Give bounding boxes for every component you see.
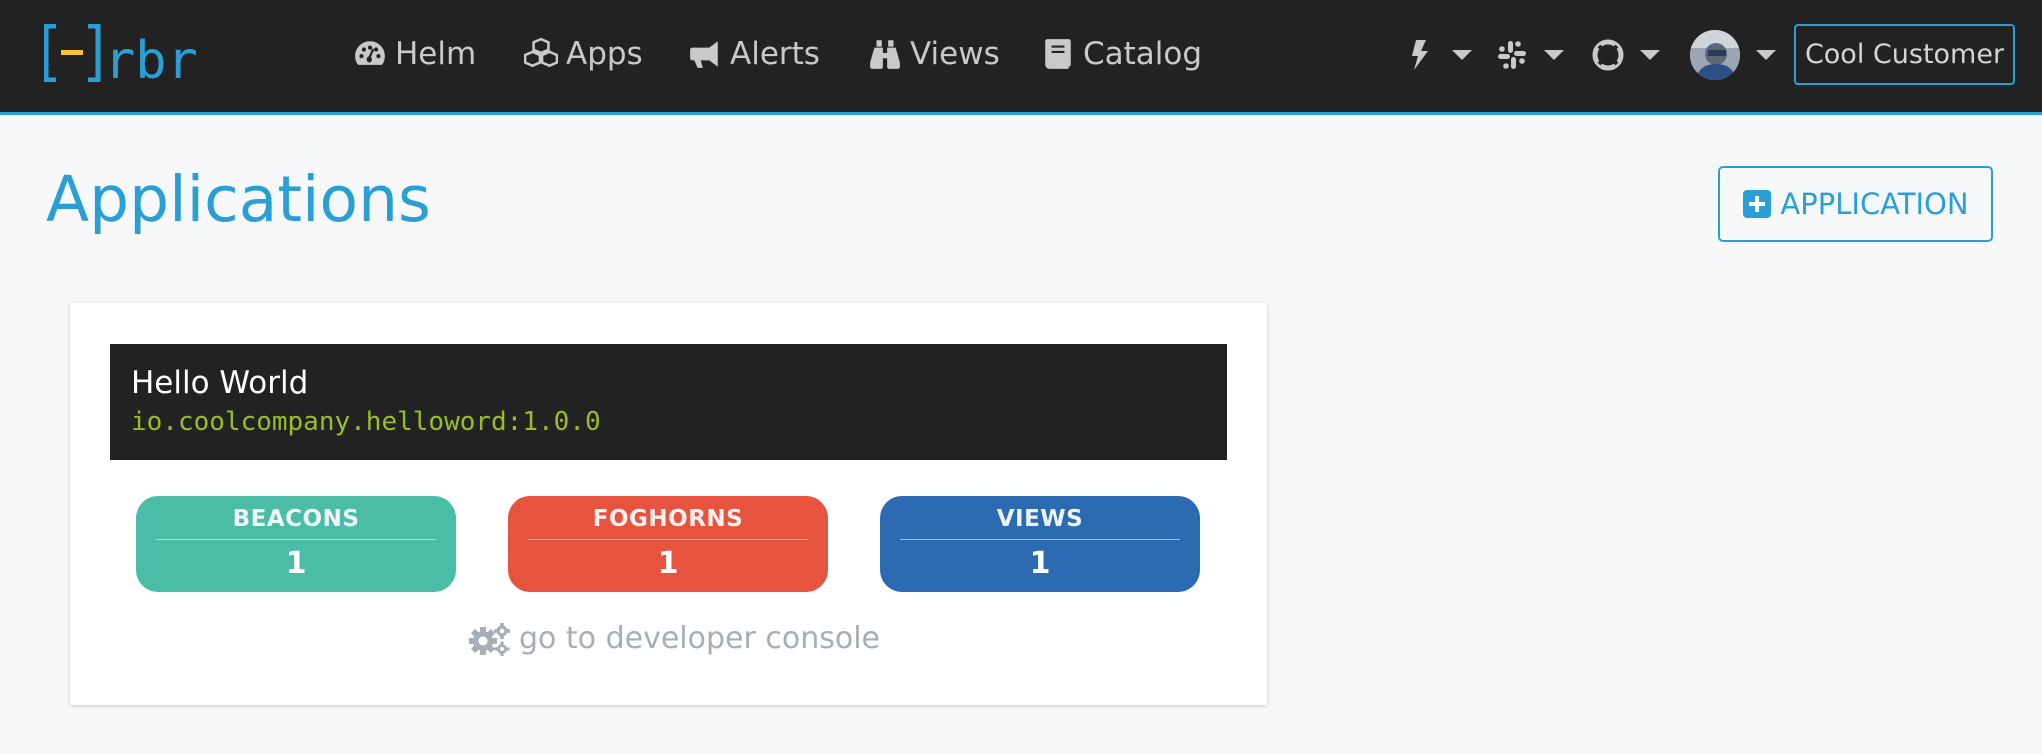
cogs-icon xyxy=(469,622,510,656)
divider xyxy=(156,539,436,540)
plus-square-icon xyxy=(1743,190,1772,218)
add-application-button[interactable]: APPLICATION xyxy=(1718,166,1993,242)
nav-catalog-label: Catalog xyxy=(1083,36,1203,72)
page-title: Applications xyxy=(46,163,431,236)
user-dropdown[interactable] xyxy=(1690,26,1776,84)
chevron-down-icon xyxy=(1640,50,1660,60)
slack-icon xyxy=(1498,41,1526,69)
foghorns-count: 1 xyxy=(657,546,679,581)
add-application-label: APPLICATION xyxy=(1780,187,1969,221)
help-dropdown[interactable] xyxy=(1592,26,1660,84)
views-count: 1 xyxy=(1029,546,1051,581)
beacons-count: 1 xyxy=(285,546,307,581)
views-label: VIEWS xyxy=(996,506,1084,532)
bolt-icon xyxy=(1412,40,1428,70)
binoculars-icon xyxy=(867,36,903,72)
quick-actions-dropdown[interactable] xyxy=(1404,26,1472,84)
book-icon xyxy=(1040,36,1076,72)
lifebuoy-icon xyxy=(1592,39,1624,71)
nav-helm[interactable]: Helm xyxy=(352,29,476,79)
application-card: Hello World io.coolcompany.helloword:1.0… xyxy=(70,303,1267,705)
nav-alerts[interactable]: Alerts xyxy=(687,29,820,79)
application-header[interactable]: Hello World io.coolcompany.helloword:1.0… xyxy=(110,344,1227,460)
slack-dropdown[interactable] xyxy=(1496,26,1564,84)
nav-apps-label: Apps xyxy=(566,36,643,72)
beacons-label: BEACONS xyxy=(232,506,360,532)
dashboard-gauge-icon xyxy=(352,36,388,72)
developer-console-link[interactable]: go to developer console xyxy=(469,621,880,656)
chevron-down-icon xyxy=(1544,50,1564,60)
divider xyxy=(528,539,808,540)
nav-apps[interactable]: Apps xyxy=(523,29,643,79)
nav-helm-label: Helm xyxy=(395,36,477,72)
nav-views-label: Views xyxy=(910,36,1000,72)
application-identifier: io.coolcompany.helloword:1.0.0 xyxy=(131,407,601,437)
beacons-stat-button[interactable]: BEACONS 1 xyxy=(136,496,456,592)
user-avatar xyxy=(1690,30,1740,80)
foghorns-stat-button[interactable]: FOGHORNS 1 xyxy=(508,496,828,592)
chevron-down-icon xyxy=(1756,50,1776,60)
top-navbar: rbr Helm Apps Alerts Views Catalog Cool … xyxy=(0,0,2042,115)
orbr-logo[interactable]: rbr xyxy=(44,24,214,82)
views-stat-button[interactable]: VIEWS 1 xyxy=(880,496,1200,592)
svg-text:rbr: rbr xyxy=(104,31,198,82)
megaphone-icon xyxy=(687,36,723,72)
chevron-down-icon xyxy=(1452,50,1472,60)
nav-catalog[interactable]: Catalog xyxy=(1040,29,1202,79)
developer-console-label: go to developer console xyxy=(519,621,880,656)
customer-switcher-button[interactable]: Cool Customer xyxy=(1794,24,2015,85)
cubes-icon xyxy=(523,36,559,72)
application-name: Hello World xyxy=(131,365,309,401)
divider xyxy=(900,539,1180,540)
foghorns-label: FOGHORNS xyxy=(592,506,744,532)
nav-views[interactable]: Views xyxy=(867,29,1000,79)
nav-alerts-label: Alerts xyxy=(730,36,820,72)
